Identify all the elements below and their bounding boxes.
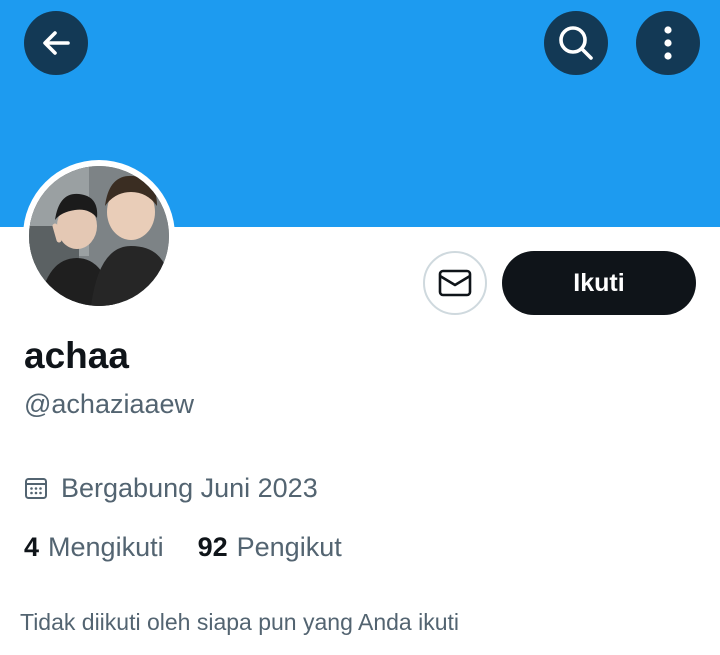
followers-link[interactable]: 92 Pengikut	[198, 531, 342, 563]
followers-label: Pengikut	[236, 532, 342, 562]
follow-stats: 4 Mengikuti 92 Pengikut	[24, 531, 376, 563]
back-button[interactable]	[24, 11, 88, 75]
mutual-followers-note: Tidak diikuti oleh siapa pun yang Anda i…	[20, 609, 459, 635]
more-options-button[interactable]	[636, 11, 700, 75]
avatar-photo	[29, 166, 169, 306]
following-count: 4	[24, 532, 40, 562]
followers-count: 92	[197, 532, 228, 562]
following-link[interactable]: 4 Mengikuti	[24, 531, 164, 563]
calendar-icon	[24, 475, 50, 501]
join-date: Bergabung Juni 2023	[24, 472, 318, 504]
following-label: Mengikuti	[48, 532, 164, 562]
search-button[interactable]	[544, 11, 608, 75]
follow-button[interactable]: Ikuti	[502, 251, 696, 315]
avatar-ring[interactable]	[23, 160, 175, 312]
mail-icon	[438, 269, 472, 297]
avatar[interactable]	[29, 166, 169, 306]
search-icon	[559, 26, 593, 60]
join-date-label: Bergabung Juni 2023	[61, 473, 318, 503]
more-vertical-icon	[664, 26, 672, 60]
user-handle: @achaziaaew	[24, 389, 195, 419]
message-button[interactable]	[423, 251, 487, 315]
display-name: achaa	[24, 335, 129, 376]
arrow-left-icon	[43, 31, 70, 55]
